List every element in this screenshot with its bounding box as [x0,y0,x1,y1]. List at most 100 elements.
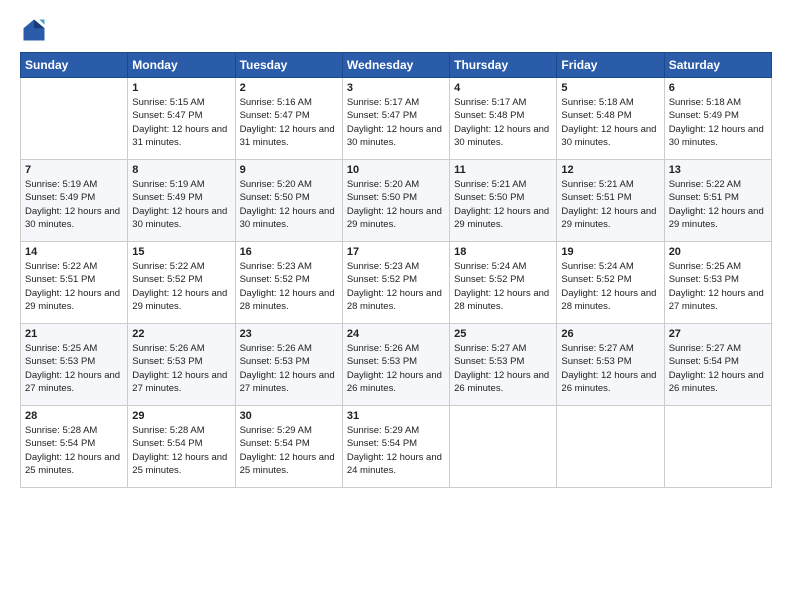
day-info: Sunrise: 5:27 AMSunset: 5:53 PMDaylight:… [561,342,659,395]
header-cell-sunday: Sunday [21,53,128,78]
header-cell-thursday: Thursday [450,53,557,78]
calendar-cell: 9 Sunrise: 5:20 AMSunset: 5:50 PMDaylight… [235,160,342,242]
day-info: Sunrise: 5:17 AMSunset: 5:48 PMDaylight:… [454,96,552,149]
calendar-cell: 23 Sunrise: 5:26 AMSunset: 5:53 PMDayligh… [235,324,342,406]
calendar-cell: 7Sunrise: 5:19 AMSunset: 5:49 PMDaylight… [21,160,128,242]
day-info: Sunrise: 5:21 AMSunset: 5:51 PMDaylight:… [561,178,659,231]
day-number: 23 [240,328,338,340]
header-cell-saturday: Saturday [664,53,771,78]
day-number: 4 [454,82,552,94]
calendar-cell: 1 Sunrise: 5:15 AMSunset: 5:47 PMDaylight… [128,78,235,160]
day-info: Sunrise: 5:25 AMSunset: 5:53 PMDaylight:… [25,342,123,395]
day-number: 14 [25,246,123,258]
calendar-cell: 11 Sunrise: 5:21 AMSunset: 5:50 PMDayligh… [450,160,557,242]
calendar-cell: 24 Sunrise: 5:26 AMSunset: 5:53 PMDayligh… [342,324,449,406]
calendar-body: 1 Sunrise: 5:15 AMSunset: 5:47 PMDaylight… [21,78,772,488]
calendar-table: SundayMondayTuesdayWednesdayThursdayFrid… [20,52,772,488]
day-info: Sunrise: 5:17 AMSunset: 5:47 PMDaylight:… [347,96,445,149]
day-info: Sunrise: 5:27 AMSunset: 5:54 PMDaylight:… [669,342,767,395]
calendar-cell: 3 Sunrise: 5:17 AMSunset: 5:47 PMDaylight… [342,78,449,160]
calendar-cell: 15 Sunrise: 5:22 AMSunset: 5:52 PMDayligh… [128,242,235,324]
page: SundayMondayTuesdayWednesdayThursdayFrid… [0,0,792,612]
calendar-cell: 31 Sunrise: 5:29 AMSunset: 5:54 PMDayligh… [342,406,449,488]
calendar-cell [664,406,771,488]
calendar-cell: 30Sunrise: 5:29 AMSunset: 5:54 PMDayligh… [235,406,342,488]
day-number: 3 [347,82,445,94]
day-number: 22 [132,328,230,340]
day-info: Sunrise: 5:25 AMSunset: 5:53 PMDaylight:… [669,260,767,313]
header-cell-friday: Friday [557,53,664,78]
day-info: Sunrise: 5:23 AMSunset: 5:52 PMDaylight:… [240,260,338,313]
header-cell-monday: Monday [128,53,235,78]
day-info: Sunrise: 5:19 AMSunset: 5:49 PMDaylight:… [25,178,123,231]
calendar-cell: 20Sunrise: 5:25 AMSunset: 5:53 PMDayligh… [664,242,771,324]
day-number: 21 [25,328,123,340]
week-row-2: 7Sunrise: 5:19 AMSunset: 5:49 PMDaylight… [21,160,772,242]
day-info: Sunrise: 5:29 AMSunset: 5:54 PMDaylight:… [347,424,445,477]
calendar-cell [557,406,664,488]
header [20,16,772,44]
day-number: 19 [561,246,659,258]
day-info: Sunrise: 5:23 AMSunset: 5:52 PMDaylight:… [347,260,445,313]
day-number: 8 [132,164,230,176]
day-info: Sunrise: 5:28 AMSunset: 5:54 PMDaylight:… [25,424,123,477]
day-info: Sunrise: 5:18 AMSunset: 5:48 PMDaylight:… [561,96,659,149]
day-info: Sunrise: 5:20 AMSunset: 5:50 PMDaylight:… [240,178,338,231]
day-number: 1 [132,82,230,94]
calendar-cell: 6Sunrise: 5:18 AMSunset: 5:49 PMDaylight… [664,78,771,160]
day-number: 15 [132,246,230,258]
week-row-4: 21 Sunrise: 5:25 AMSunset: 5:53 PMDayligh… [21,324,772,406]
day-info: Sunrise: 5:29 AMSunset: 5:54 PMDaylight:… [240,424,338,477]
day-info: Sunrise: 5:24 AMSunset: 5:52 PMDaylight:… [561,260,659,313]
day-number: 13 [669,164,767,176]
day-number: 26 [561,328,659,340]
header-cell-wednesday: Wednesday [342,53,449,78]
day-info: Sunrise: 5:22 AMSunset: 5:52 PMDaylight:… [132,260,230,313]
day-number: 2 [240,82,338,94]
calendar-cell: 8 Sunrise: 5:19 AMSunset: 5:49 PMDaylight… [128,160,235,242]
calendar-cell: 26 Sunrise: 5:27 AMSunset: 5:53 PMDayligh… [557,324,664,406]
day-number: 9 [240,164,338,176]
calendar-cell: 28Sunrise: 5:28 AMSunset: 5:54 PMDayligh… [21,406,128,488]
day-number: 27 [669,328,767,340]
day-number: 11 [454,164,552,176]
week-row-1: 1 Sunrise: 5:15 AMSunset: 5:47 PMDaylight… [21,78,772,160]
day-info: Sunrise: 5:22 AMSunset: 5:51 PMDaylight:… [669,178,767,231]
day-info: Sunrise: 5:15 AMSunset: 5:47 PMDaylight:… [132,96,230,149]
day-number: 16 [240,246,338,258]
calendar-cell: 13 Sunrise: 5:22 AMSunset: 5:51 PMDayligh… [664,160,771,242]
calendar-cell: 2 Sunrise: 5:16 AMSunset: 5:47 PMDaylight… [235,78,342,160]
calendar-cell: 22Sunrise: 5:26 AMSunset: 5:53 PMDayligh… [128,324,235,406]
calendar-cell: 25 Sunrise: 5:27 AMSunset: 5:53 PMDayligh… [450,324,557,406]
header-cell-tuesday: Tuesday [235,53,342,78]
calendar-cell: 27 Sunrise: 5:27 AMSunset: 5:54 PMDayligh… [664,324,771,406]
day-info: Sunrise: 5:28 AMSunset: 5:54 PMDaylight:… [132,424,230,477]
calendar-cell: 16 Sunrise: 5:23 AMSunset: 5:52 PMDayligh… [235,242,342,324]
week-row-5: 28Sunrise: 5:28 AMSunset: 5:54 PMDayligh… [21,406,772,488]
calendar-cell: 18Sunrise: 5:24 AMSunset: 5:52 PMDayligh… [450,242,557,324]
day-number: 24 [347,328,445,340]
day-number: 31 [347,410,445,422]
calendar-cell [21,78,128,160]
day-number: 25 [454,328,552,340]
calendar-header: SundayMondayTuesdayWednesdayThursdayFrid… [21,53,772,78]
day-info: Sunrise: 5:20 AMSunset: 5:50 PMDaylight:… [347,178,445,231]
day-number: 12 [561,164,659,176]
calendar-cell: 12 Sunrise: 5:21 AMSunset: 5:51 PMDayligh… [557,160,664,242]
calendar-cell: 21 Sunrise: 5:25 AMSunset: 5:53 PMDayligh… [21,324,128,406]
day-info: Sunrise: 5:26 AMSunset: 5:53 PMDaylight:… [347,342,445,395]
calendar-cell: 17Sunrise: 5:23 AMSunset: 5:52 PMDayligh… [342,242,449,324]
day-number: 10 [347,164,445,176]
header-row: SundayMondayTuesdayWednesdayThursdayFrid… [21,53,772,78]
day-info: Sunrise: 5:21 AMSunset: 5:50 PMDaylight:… [454,178,552,231]
day-info: Sunrise: 5:19 AMSunset: 5:49 PMDaylight:… [132,178,230,231]
calendar-cell: 14Sunrise: 5:22 AMSunset: 5:51 PMDayligh… [21,242,128,324]
day-info: Sunrise: 5:26 AMSunset: 5:53 PMDaylight:… [240,342,338,395]
logo-icon [20,16,48,44]
week-row-3: 14Sunrise: 5:22 AMSunset: 5:51 PMDayligh… [21,242,772,324]
day-info: Sunrise: 5:27 AMSunset: 5:53 PMDaylight:… [454,342,552,395]
calendar-cell: 19 Sunrise: 5:24 AMSunset: 5:52 PMDayligh… [557,242,664,324]
calendar-cell [450,406,557,488]
day-info: Sunrise: 5:24 AMSunset: 5:52 PMDaylight:… [454,260,552,313]
day-info: Sunrise: 5:16 AMSunset: 5:47 PMDaylight:… [240,96,338,149]
